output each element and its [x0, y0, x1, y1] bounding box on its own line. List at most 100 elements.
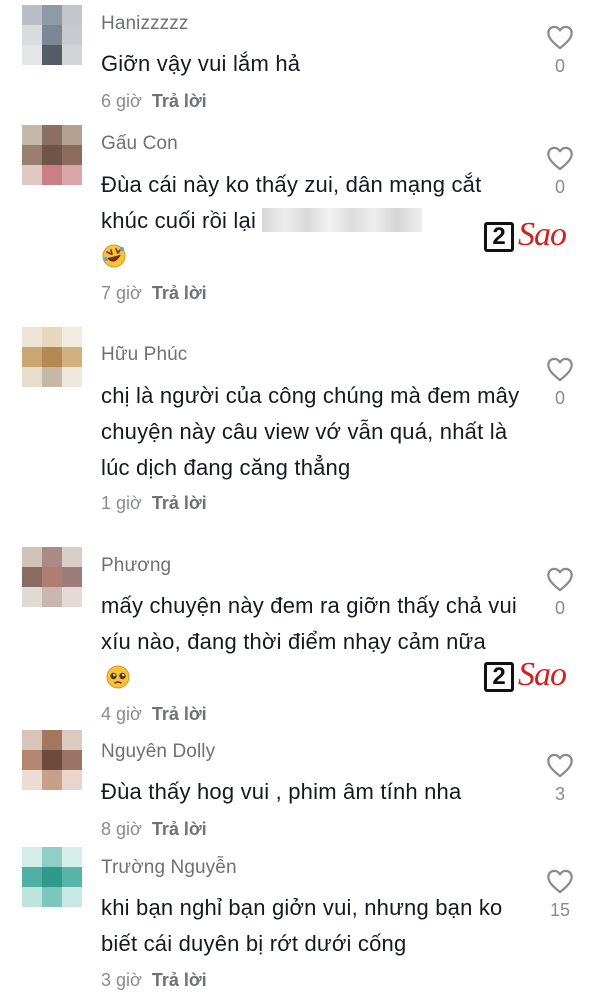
like-button[interactable]: 15 — [544, 868, 576, 921]
reply-button[interactable]: Trả lời — [152, 819, 207, 839]
comment-meta: 3 giờ Trả lời — [101, 970, 207, 991]
avatar-pixel — [42, 587, 62, 607]
avatar-pixel — [22, 327, 42, 347]
avatar-pixel — [62, 327, 82, 347]
comment-meta: 1 giờ Trả lời — [101, 493, 207, 514]
avatar-pixel — [22, 730, 42, 750]
comment-text: Đùa thấy hog vui , phim âm tính nha — [101, 779, 462, 804]
watermark-brand: Sao — [518, 656, 567, 693]
comment-time: 6 giờ — [101, 91, 142, 111]
avatar[interactable] — [22, 327, 82, 387]
avatar-pixel — [42, 730, 62, 750]
reply-button[interactable]: Trả lời — [152, 970, 207, 990]
comment-username[interactable]: Trường Nguyễn — [101, 857, 237, 879]
avatar-pixel — [62, 125, 82, 145]
like-count: 0 — [554, 598, 565, 618]
avatar-pixel — [42, 887, 62, 907]
avatar-pixel — [62, 567, 82, 587]
avatar-pixel — [42, 367, 62, 387]
comment-meta: 8 giờ Trả lời — [101, 819, 207, 840]
comment-text: khi bạn nghỉ bạn giởn vui, nhưng bạn ko … — [101, 895, 503, 956]
avatar-pixel — [62, 750, 82, 770]
avatar[interactable] — [22, 547, 82, 607]
reply-button[interactable]: Trả lời — [152, 283, 207, 303]
avatar-pixel — [22, 587, 42, 607]
avatar-pixel — [42, 327, 62, 347]
heart-outline-icon — [547, 146, 573, 171]
avatar-pixel — [42, 347, 62, 367]
avatar-pixel — [62, 770, 82, 790]
avatar[interactable] — [22, 125, 82, 185]
avatar[interactable] — [22, 730, 82, 790]
reply-button[interactable]: Trả lời — [152, 493, 207, 513]
avatar-pixel — [42, 847, 62, 867]
heart-outline-icon — [547, 357, 573, 382]
comment-username[interactable]: Hữu Phúc — [101, 344, 187, 366]
comment-meta: 6 giờ Trả lời — [101, 91, 207, 112]
like-count: 0 — [554, 177, 565, 197]
avatar-pixel — [62, 5, 82, 25]
comment-text-content: mấy chuyện này đem ra giỡn thấy chả vui … — [101, 593, 517, 654]
comment-time: 3 giờ — [101, 970, 142, 990]
like-count: 15 — [549, 900, 571, 920]
watermark-logo: 2 Sao — [484, 216, 584, 260]
avatar-pixel — [22, 165, 42, 185]
comment-username[interactable]: Nguyên Dolly — [101, 741, 215, 763]
heart-outline-icon — [547, 25, 573, 50]
avatar-pixel — [22, 145, 42, 165]
heart-outline-icon — [547, 753, 573, 778]
avatar-pixel — [62, 547, 82, 567]
watermark-logo: 2 Sao — [484, 656, 584, 700]
avatar-pixel — [62, 25, 82, 45]
comment-text: Giỡn vậy vui lắm hả — [101, 51, 301, 76]
avatar-pixel — [42, 25, 62, 45]
pleading-face-emoji-icon — [106, 665, 130, 689]
heart-outline-icon — [547, 869, 573, 894]
avatar-pixel — [62, 587, 82, 607]
comment-text: Đùa cái này ko thấy zui, dân mạng cắt kh… — [101, 167, 521, 275]
avatar-pixel — [42, 770, 62, 790]
avatar-pixel — [22, 867, 42, 887]
avatar-pixel — [22, 125, 42, 145]
avatar-pixel — [22, 547, 42, 567]
avatar[interactable] — [22, 5, 82, 65]
comment-time: 1 giờ — [101, 493, 142, 513]
comment-meta: 7 giờ Trả lời — [101, 283, 207, 304]
comment-username[interactable]: Phương — [101, 555, 171, 577]
like-count: 0 — [554, 56, 565, 76]
avatar-pixel — [62, 367, 82, 387]
like-count: 0 — [554, 388, 565, 408]
like-button[interactable]: 0 — [544, 145, 576, 198]
avatar[interactable] — [22, 847, 82, 907]
watermark-brand: Sao — [518, 216, 567, 253]
like-button[interactable]: 3 — [544, 752, 576, 805]
like-count: 3 — [554, 784, 565, 804]
avatar-pixel — [42, 547, 62, 567]
heart-outline-icon — [547, 567, 573, 592]
avatar-pixel — [22, 750, 42, 770]
avatar-pixel — [62, 887, 82, 907]
comment-time: 7 giờ — [101, 283, 142, 303]
avatar-pixel — [42, 145, 62, 165]
avatar-pixel — [22, 25, 42, 45]
avatar-pixel — [42, 165, 62, 185]
like-button[interactable]: 0 — [544, 356, 576, 409]
avatar-pixel — [42, 867, 62, 887]
avatar-pixel — [62, 165, 82, 185]
avatar-pixel — [42, 5, 62, 25]
avatar-pixel — [22, 367, 42, 387]
like-button[interactable]: 0 — [544, 566, 576, 619]
avatar-pixel — [42, 125, 62, 145]
reply-button[interactable]: Trả lời — [152, 91, 207, 111]
avatar-pixel — [62, 730, 82, 750]
comment-text: chị là người của công chúng mà đem mây c… — [101, 383, 520, 480]
comment-username[interactable]: Gấu Con — [101, 133, 178, 155]
avatar-pixel — [22, 347, 42, 367]
comment-username[interactable]: Hanizzzzz — [101, 13, 188, 35]
avatar-pixel — [42, 45, 62, 65]
reply-button[interactable]: Trả lời — [152, 704, 207, 724]
like-button[interactable]: 0 — [544, 24, 576, 77]
comment-time: 8 giờ — [101, 819, 142, 839]
avatar-pixel — [22, 887, 42, 907]
avatar-pixel — [42, 750, 62, 770]
